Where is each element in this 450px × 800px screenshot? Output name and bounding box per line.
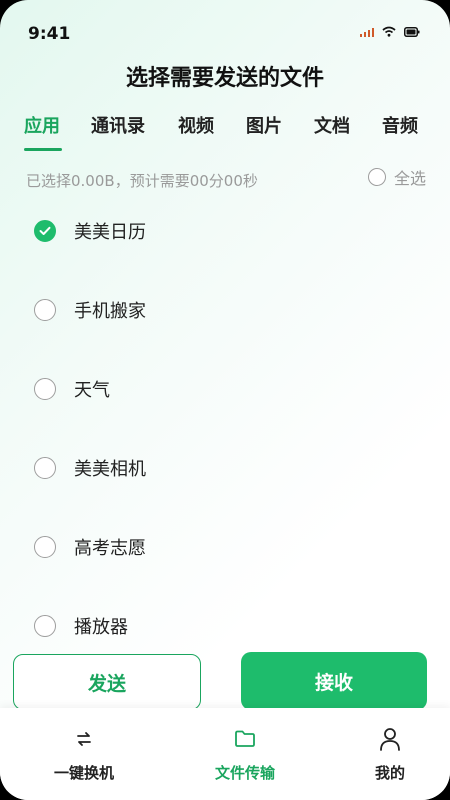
signal-icon xyxy=(360,27,374,37)
list-item[interactable]: 天气 xyxy=(0,364,450,414)
list-item[interactable]: 美美相机 xyxy=(0,443,450,493)
item-checkbox[interactable] xyxy=(34,536,56,558)
nav-label: 一键换机 xyxy=(53,764,114,782)
nav-label: 我的 xyxy=(374,764,405,782)
category-tabs: 应用 通讯录 视频 图片 文档 音频 xyxy=(0,112,450,152)
receive-button[interactable]: 接收 xyxy=(241,652,427,710)
list-item[interactable]: 播放器 xyxy=(0,601,450,651)
item-checkbox[interactable] xyxy=(34,457,56,479)
status-icons xyxy=(360,26,420,37)
nav-item-one-click-switch[interactable]: 一键换机 xyxy=(24,726,144,783)
app-name: 美美日历 xyxy=(74,222,146,243)
checkmark-icon xyxy=(39,226,51,235)
app-name: 播放器 xyxy=(74,617,128,638)
nav-item-profile[interactable]: 我的 xyxy=(330,726,450,783)
select-all-toggle[interactable]: 全选 xyxy=(367,165,426,189)
selection-summary: 已选择0.00B，预计需要00分00秒 xyxy=(26,172,258,190)
list-item[interactable]: 美美日历 xyxy=(0,206,450,256)
tab-videos[interactable]: 视频 xyxy=(178,112,214,138)
send-button[interactable]: 发送 xyxy=(13,654,201,710)
wifi-icon xyxy=(382,26,396,37)
swap-arrows-icon xyxy=(74,726,94,752)
active-tab-indicator xyxy=(24,148,62,151)
person-icon xyxy=(379,726,401,752)
tab-audio[interactable]: 音频 xyxy=(382,112,418,138)
item-checkbox[interactable] xyxy=(34,299,56,321)
nav-label: 文件传输 xyxy=(214,764,275,782)
select-all-radio[interactable] xyxy=(367,168,386,186)
item-checkbox[interactable] xyxy=(34,615,56,637)
tab-documents[interactable]: 文档 xyxy=(314,112,350,138)
folder-icon xyxy=(234,726,256,752)
app-screen: 9:41 选择需要发送的文件 应用 通讯录 视频 图片 文档 音频 已选择0.0… xyxy=(0,0,450,800)
select-all-label: 全选 xyxy=(393,169,426,188)
item-checkbox-checked[interactable] xyxy=(34,220,56,242)
bottom-nav: 一键换机 文件传输 我的 xyxy=(0,708,450,800)
app-name: 手机搬家 xyxy=(74,301,146,322)
tab-apps[interactable]: 应用 xyxy=(24,112,60,138)
list-item[interactable]: 手机搬家 xyxy=(0,285,450,335)
battery-icon xyxy=(404,26,420,37)
app-name: 天气 xyxy=(74,380,110,401)
tab-contacts[interactable]: 通讯录 xyxy=(91,112,145,138)
status-time: 9:41 xyxy=(28,24,71,44)
app-name: 美美相机 xyxy=(74,459,146,480)
page-title: 选择需要发送的文件 xyxy=(125,66,324,91)
item-checkbox[interactable] xyxy=(34,378,56,400)
app-name: 高考志愿 xyxy=(74,538,146,559)
nav-item-file-transfer[interactable]: 文件传输 xyxy=(185,726,305,783)
list-item[interactable]: 高考志愿 xyxy=(0,522,450,572)
tab-images[interactable]: 图片 xyxy=(246,112,282,138)
